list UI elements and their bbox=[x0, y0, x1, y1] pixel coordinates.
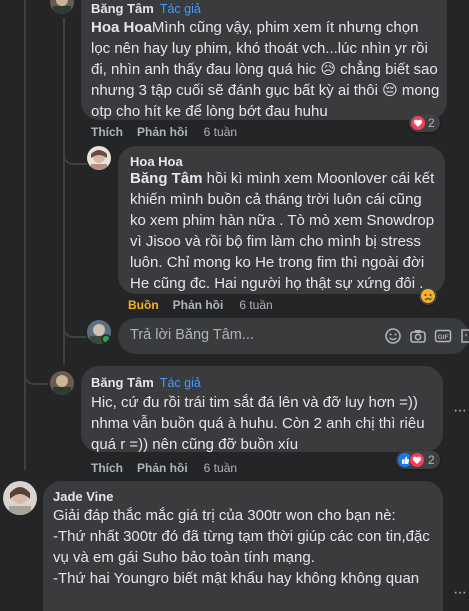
reply-button[interactable]: Phản hồi bbox=[173, 298, 224, 312]
reply-input[interactable]: Trả lời Băng Tâm... GIF bbox=[118, 318, 469, 354]
camera-icon[interactable] bbox=[409, 327, 427, 345]
like-button[interactable]: Thích bbox=[91, 461, 123, 475]
sticker-icon[interactable] bbox=[459, 327, 469, 345]
svg-text:GIF: GIF bbox=[438, 334, 449, 341]
comment-author[interactable]: Hoa Hoa bbox=[130, 154, 183, 169]
thread-line bbox=[24, 0, 26, 470]
thread-branch bbox=[63, 318, 87, 338]
more-options-icon[interactable]: ··· bbox=[453, 585, 467, 601]
emoji-icon[interactable] bbox=[384, 327, 402, 345]
heart-icon bbox=[409, 452, 425, 468]
comment-actions: Buồn Phản hồi 6 tuần bbox=[128, 298, 287, 312]
comment-author[interactable]: Jade Vine bbox=[53, 489, 113, 504]
reply-button[interactable]: Phản hồi bbox=[137, 125, 188, 139]
comment-bubble: Jade Vine Giải đáp thắc mắc giá trị của … bbox=[43, 481, 443, 611]
sad-face-icon bbox=[421, 289, 435, 303]
comment-actions: Thích Phản hồi 6 tuần bbox=[91, 461, 251, 475]
reaction-badge[interactable]: 2 bbox=[409, 114, 440, 132]
avatar[interactable] bbox=[50, 0, 74, 14]
comment-bubble: Băng Tâm Tác giả Hic, cứ đu rồi trái tim … bbox=[81, 366, 443, 453]
comment-actions: Thích Phản hồi 6 tuần bbox=[91, 125, 251, 139]
avatar[interactable] bbox=[87, 146, 111, 170]
reaction-button[interactable]: Buồn bbox=[128, 298, 159, 312]
thread-branch bbox=[24, 363, 48, 385]
reply-placeholder: Trả lời Băng Tâm... bbox=[130, 327, 254, 343]
heart-icon bbox=[411, 116, 425, 130]
mention-name[interactable]: Băng Tâm bbox=[130, 170, 203, 187]
gif-icon[interactable]: GIF bbox=[434, 327, 452, 345]
comment-author[interactable]: Băng Tâm bbox=[91, 1, 154, 16]
comment-text: hồi kì mình xem Moonlover cái kết khiến … bbox=[130, 170, 435, 292]
thread-branch bbox=[63, 145, 87, 165]
timestamp[interactable]: 6 tuần bbox=[204, 125, 237, 139]
my-avatar[interactable] bbox=[87, 320, 111, 344]
avatar[interactable] bbox=[3, 481, 37, 515]
author-tag: Tác giả bbox=[159, 2, 201, 16]
timestamp[interactable]: 6 tuần bbox=[204, 461, 237, 475]
author-tag: Tác giả bbox=[159, 376, 201, 390]
comment-text: Giải đáp thắc mắc giá trị của 300tr won … bbox=[53, 507, 430, 587]
reaction-badge[interactable]: 2 bbox=[396, 451, 440, 469]
mention-name[interactable]: Hoa Hoa bbox=[91, 19, 152, 36]
reply-button[interactable]: Phản hồi bbox=[137, 461, 188, 475]
comment-text: Hic, cứ đu rồi trái tim sắt đá lên và đỡ… bbox=[91, 394, 425, 453]
comment-bubble: Băng Tâm Tác giả Hoa HoaMình cũng vậy, ph… bbox=[81, 0, 447, 120]
thread-line bbox=[63, 18, 65, 364]
comment-author[interactable]: Băng Tâm bbox=[91, 375, 154, 390]
avatar[interactable] bbox=[50, 371, 74, 395]
more-options-icon[interactable]: ··· bbox=[453, 403, 467, 419]
timestamp[interactable]: 6 tuần bbox=[239, 298, 272, 312]
comment-bubble: Hoa Hoa Băng Tâm hồi kì mình xem Moonlov… bbox=[118, 146, 445, 294]
reaction-badge[interactable] bbox=[419, 287, 437, 305]
like-button[interactable]: Thích bbox=[91, 125, 123, 139]
